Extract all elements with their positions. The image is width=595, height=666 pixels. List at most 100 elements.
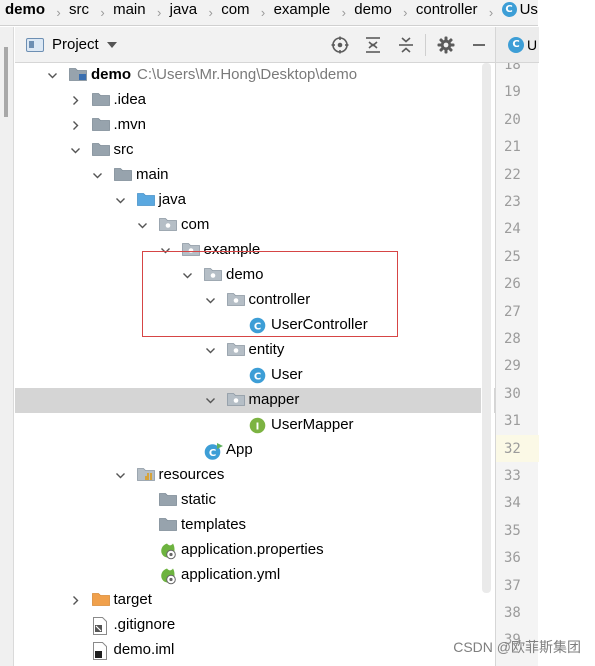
tree-node-label: .mvn <box>114 116 147 133</box>
project-window-icon <box>26 37 44 52</box>
breadcrumb-separator: › <box>488 5 494 20</box>
svg-text:I: I <box>256 422 260 433</box>
breadcrumb-item[interactable]: src <box>69 0 89 23</box>
breadcrumb-item[interactable]: demo <box>5 0 45 23</box>
chevron-down-icon[interactable] <box>205 345 215 355</box>
chevron-down-icon[interactable] <box>70 145 80 155</box>
tool-window-tab[interactable] <box>4 47 8 117</box>
tree-node-name: target <box>113 591 152 608</box>
line-number: 19 <box>504 84 521 101</box>
chevron-down-icon[interactable] <box>47 70 57 80</box>
chevron-down-icon[interactable] <box>160 245 170 255</box>
tree-node-label: User <box>271 366 303 383</box>
tree-node-idea[interactable]: .idea <box>15 88 495 113</box>
line-number: 23 <box>504 194 521 210</box>
chevron-down-icon[interactable] <box>115 195 125 205</box>
tree-node-templates[interactable]: templates <box>15 513 495 538</box>
expand-all-icon[interactable] <box>356 27 389 63</box>
breadcrumb-item[interactable]: main <box>113 0 146 23</box>
tree-node-static[interactable]: static <box>15 488 495 513</box>
breadcrumb-separator: › <box>208 5 213 20</box>
module-folder-icon <box>69 67 87 84</box>
tree-node-resources[interactable]: resources <box>15 463 495 488</box>
tree-node-demo-iml[interactable]: demo.iml <box>15 638 495 663</box>
folder-icon <box>114 167 132 184</box>
tree-node-label: src <box>114 141 134 158</box>
chevron-down-icon[interactable] <box>137 220 147 230</box>
tree-node-mvn[interactable]: .mvn <box>15 113 495 138</box>
breadcrumb-label: main <box>113 1 146 18</box>
tree-node-label: demo C:\Users\Mr.Hong\Desktop\demo <box>91 66 357 83</box>
breadcrumb-item[interactable]: example <box>274 0 331 23</box>
tree-node-name: main <box>136 166 169 183</box>
tree-node-usermapper[interactable]: I UserMapper <box>15 413 495 438</box>
tree-node-demo[interactable]: demo <box>15 263 495 288</box>
tree-node-label: java <box>159 191 187 208</box>
line-number: 24 <box>504 221 521 238</box>
tree-node-name: templates <box>181 516 247 533</box>
chevron-down-icon[interactable] <box>182 270 192 280</box>
tree-node-name: mapper <box>248 391 300 408</box>
chevron-right-icon[interactable] <box>70 120 80 130</box>
gear-icon[interactable] <box>429 27 462 63</box>
svg-text:C: C <box>254 322 261 333</box>
tree-node-user[interactable]: C User <box>15 363 495 388</box>
tree-node-src[interactable]: src <box>15 138 495 163</box>
tree-node-application-properties[interactable]: application.properties <box>15 538 495 563</box>
breadcrumb-item[interactable]: C Us <box>501 0 538 23</box>
tree-node-label: controller <box>249 291 311 308</box>
folder-icon <box>159 517 177 534</box>
line-number: 36 <box>504 550 521 567</box>
collapse-all-icon[interactable] <box>389 27 422 63</box>
toolbar-divider <box>425 34 426 56</box>
locate-icon[interactable] <box>323 27 356 63</box>
tree-node-app[interactable]: C App <box>15 438 495 463</box>
chevron-down-icon[interactable] <box>115 470 125 480</box>
tree-node-label: main <box>136 166 169 183</box>
package-icon <box>226 342 245 359</box>
tree-node-controller[interactable]: controller <box>15 288 495 313</box>
line-number: 32 <box>504 440 521 457</box>
tree-node-label: .idea <box>114 91 147 108</box>
tree-node-application-yml[interactable]: application.yml <box>15 563 495 588</box>
chevron-down-icon[interactable] <box>92 170 102 180</box>
project-view-selector[interactable]: Project <box>52 36 99 53</box>
tree-node-name: application.yml <box>181 566 281 583</box>
project-toolbar: Project <box>15 27 495 63</box>
breadcrumb-item[interactable]: controller <box>416 0 478 23</box>
tree-node-mapper[interactable]: mapper <box>15 388 495 413</box>
tree-node-example[interactable]: example <box>15 238 495 263</box>
minimize-icon[interactable] <box>462 27 495 63</box>
breadcrumb-label: Us <box>519 1 538 18</box>
tree-node-usercontroller[interactable]: C UserController <box>15 313 495 338</box>
tree-node-entity[interactable]: entity <box>15 338 495 363</box>
chevron-right-icon[interactable] <box>70 95 80 105</box>
scrollbar-thumb[interactable] <box>482 63 491 593</box>
svg-text:C: C <box>254 372 261 383</box>
package-icon <box>226 292 245 309</box>
chevron-right-icon[interactable] <box>70 595 80 605</box>
tree-node-name: example <box>203 241 261 258</box>
breadcrumb-label: src <box>69 1 90 18</box>
tree-node-com[interactable]: com <box>15 213 495 238</box>
tree-node-java[interactable]: java <box>15 188 495 213</box>
tree-node-demo[interactable]: demo C:\Users\Mr.Hong\Desktop\demo <box>15 63 495 88</box>
spring-yml-icon <box>159 567 176 585</box>
tree-node-gitignore[interactable]: .gitignore <box>15 613 495 638</box>
breadcrumb-separator: › <box>260 5 266 20</box>
chevron-down-icon[interactable] <box>205 295 215 305</box>
resources-folder-icon <box>136 467 155 484</box>
editor-tab[interactable]: C U <box>496 27 539 63</box>
chevron-down-icon[interactable] <box>205 395 215 405</box>
breadcrumb-item[interactable]: java <box>170 0 198 23</box>
class-icon: C <box>508 36 524 53</box>
tree-node-name: application.properties <box>181 541 324 558</box>
watermark: CSDN @欧菲斯集团 <box>453 639 581 655</box>
breadcrumb-label: demo <box>354 1 392 18</box>
breadcrumb-item[interactable]: com <box>221 0 249 23</box>
chevron-down-icon[interactable] <box>106 41 117 48</box>
tree-node-target[interactable]: target <box>15 588 495 613</box>
tree-node-main[interactable]: main <box>15 163 495 188</box>
package-icon <box>181 242 200 259</box>
breadcrumb-item[interactable]: demo <box>354 0 392 23</box>
